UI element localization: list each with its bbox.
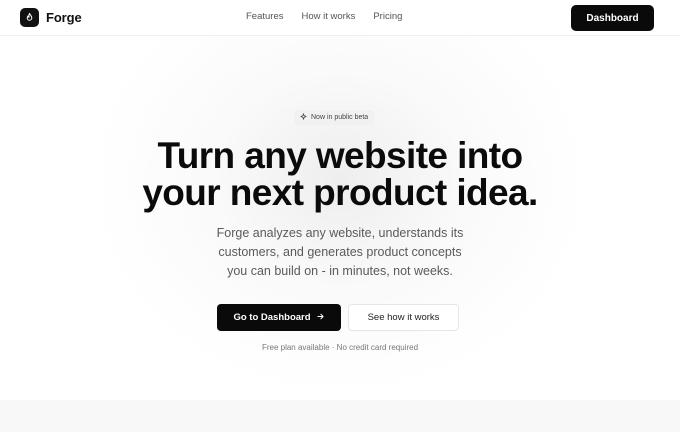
subtitle-line-2: customers, and generates product concept… bbox=[218, 245, 462, 259]
arrow-right-icon bbox=[316, 312, 325, 324]
nav-link-features[interactable]: Features bbox=[246, 11, 284, 22]
nav-link-pricing[interactable]: Pricing bbox=[373, 11, 402, 22]
next-section-band bbox=[0, 400, 680, 432]
go-to-dashboard-label: Go to Dashboard bbox=[233, 312, 311, 323]
beta-badge: Now in public beta bbox=[294, 110, 375, 125]
hero-background-glow bbox=[90, 36, 590, 396]
brand-name: Forge bbox=[46, 10, 82, 25]
nav-link-how-it-works[interactable]: How it works bbox=[302, 11, 356, 22]
pricing-note: Free plan available · No credit card req… bbox=[261, 343, 419, 352]
nav-links: Features How it works Pricing bbox=[246, 11, 402, 22]
sparkle-icon bbox=[300, 113, 307, 122]
dashboard-button[interactable]: Dashboard bbox=[571, 5, 654, 31]
headline-line-1: Turn any website into bbox=[157, 135, 524, 176]
go-to-dashboard-button[interactable]: Go to Dashboard bbox=[217, 304, 341, 331]
subtitle-line-3: you can build on - in minutes, not weeks… bbox=[227, 264, 453, 278]
brand[interactable]: Forge bbox=[20, 8, 82, 27]
subtitle-line-1: Forge analyzes any website, understands … bbox=[216, 226, 464, 240]
top-navbar: Forge Features How it works Pricing Dash… bbox=[0, 0, 680, 36]
hero-subtitle: Forge analyzes any website, understands … bbox=[0, 224, 680, 281]
hero-headline: Turn any website into your next product … bbox=[0, 137, 680, 211]
headline-line-2: your next product idea. bbox=[142, 172, 538, 213]
beta-badge-label: Now in public beta bbox=[311, 114, 369, 121]
flame-icon bbox=[20, 8, 39, 27]
see-how-it-works-button[interactable]: See how it works bbox=[348, 304, 459, 331]
